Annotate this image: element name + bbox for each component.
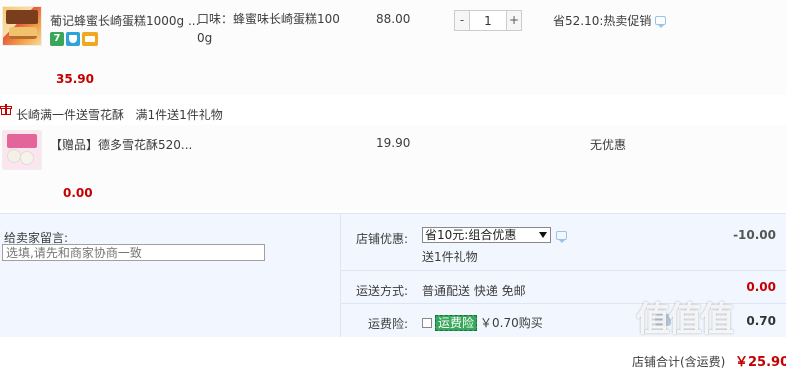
shield-icon	[66, 32, 80, 46]
shop-discount-select[interactable]: 省10元:组合优惠	[422, 227, 551, 243]
qty-minus-button[interactable]: -	[454, 10, 470, 31]
chat-icon[interactable]	[655, 16, 667, 28]
product-thumbnail[interactable]	[2, 6, 42, 46]
insurance-amount: 0.70	[746, 314, 776, 328]
product-attribute: 口味：蜂蜜味长崎蛋糕100 0g	[197, 12, 340, 45]
shop-total-value: ￥25.90	[735, 355, 786, 370]
gift-discount: 无优惠	[590, 138, 627, 152]
gift-title-link[interactable]: 【赠品】德多雪花酥520...	[50, 136, 192, 153]
gift-unit-price: 19.90	[376, 136, 411, 150]
chat-icon[interactable]	[556, 231, 567, 243]
product-title-link[interactable]: 葡记蜂蜜长崎蛋糕1000g ...	[50, 12, 199, 29]
seller-message-input[interactable]	[2, 244, 265, 261]
shop-discount-label: 店铺优惠:	[355, 232, 408, 246]
shop-total-label: 店铺合计(含运费)	[632, 355, 726, 369]
insurance-option: 运费险 ￥0.70购买	[422, 314, 543, 331]
qty-plus-button[interactable]: +	[506, 10, 522, 31]
gift-thumbnail[interactable]	[2, 130, 42, 170]
gift-icon	[0, 104, 12, 115]
insurance-label: 运费险:	[367, 317, 408, 331]
shop-discount-amount: -10.00	[733, 228, 776, 242]
promo-text: 长崎满一件送雪花酥 满1件送1件礼物	[16, 108, 223, 122]
card-icon	[82, 32, 98, 46]
insurance-checkbox[interactable]	[422, 317, 432, 328]
qty-input[interactable]	[470, 10, 506, 31]
service-badges: 7	[50, 32, 98, 46]
shipping-amount: 0.00	[746, 280, 776, 294]
chevron-down-icon	[539, 232, 547, 238]
seven-day-return-icon: 7	[50, 32, 64, 46]
shipping-label: 运送方式:	[355, 284, 408, 298]
insurance-tag[interactable]: 运费险	[435, 314, 478, 331]
gift-note: 送1件礼物	[422, 250, 478, 264]
saving-info: 省52.10:热卖促销	[553, 12, 667, 29]
item-subtotal: 35.90	[56, 72, 94, 86]
insurance-price: ￥0.70购买	[480, 316, 543, 330]
unit-price: 88.00	[376, 12, 411, 26]
quantity-stepper: - +	[454, 10, 522, 31]
watermark-logo: 值值值	[636, 300, 734, 340]
gift-subtotal: 0.00	[63, 186, 93, 200]
shipping-method: 普通配送 快递 免邮	[422, 284, 526, 298]
divider	[340, 270, 786, 271]
